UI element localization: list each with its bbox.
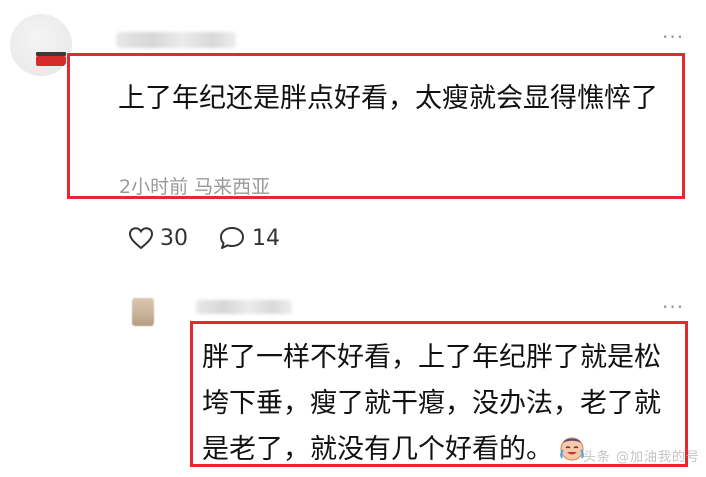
avatar[interactable] (10, 14, 72, 76)
comment-location: 马来西亚 (194, 176, 271, 198)
avatar[interactable] (132, 298, 154, 326)
reply-button[interactable]: 14 (218, 225, 280, 251)
comment-meta: 2小时前 马来西亚 (119, 172, 270, 199)
comment-text: 上了年纪还是胖点好看，太瘦就会显得憔悴了 (118, 83, 658, 114)
comment-bubble-icon (220, 227, 244, 249)
comment-actions: 30 14 (128, 223, 300, 253)
more-dots-icon[interactable]: ··· (662, 297, 684, 317)
like-count: 30 (160, 225, 188, 251)
avatar-detail (36, 56, 66, 66)
username-blurred[interactable] (116, 32, 236, 48)
heart-icon (128, 227, 154, 250)
username-blurred[interactable] (196, 300, 292, 314)
like-button[interactable]: 30 (128, 226, 188, 251)
more-dots-icon[interactable]: ··· (662, 27, 684, 47)
watermark: 头条 @加油我的号 (582, 450, 700, 465)
comment-time: 2小时前 (119, 176, 189, 198)
reply-count: 14 (252, 225, 280, 251)
